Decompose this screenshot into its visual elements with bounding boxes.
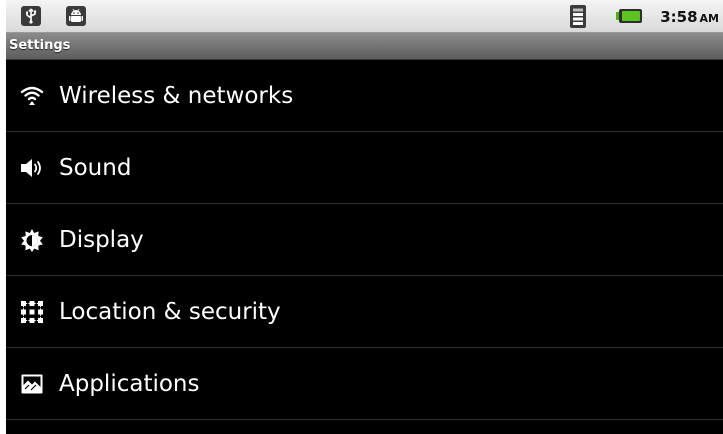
- settings-item-sound[interactable]: Sound: [6, 132, 723, 204]
- status-clock: 3:58 AM: [660, 8, 719, 26]
- usb-icon: [21, 6, 41, 26]
- location-grid-icon: [21, 301, 43, 323]
- title-bar: Settings: [6, 33, 723, 60]
- settings-screen: 3:58 AM Settings Wireless & networks Soun…: [6, 0, 723, 434]
- settings-item-label: Applications: [59, 371, 200, 397]
- settings-item-label: Display: [59, 227, 144, 253]
- clock-time: 3:58: [660, 8, 698, 26]
- speaker-icon: [21, 159, 41, 177]
- settings-item-label: Location & security: [59, 299, 281, 325]
- applications-icon: [21, 374, 43, 394]
- wifi-signal-icon: [570, 5, 586, 28]
- page-title: Settings: [9, 38, 71, 53]
- android-debug-icon: [66, 6, 86, 26]
- settings-list: Wireless & networks Sound Display Locati…: [6, 60, 723, 420]
- settings-item-display[interactable]: Display: [6, 204, 723, 276]
- settings-item-location-security[interactable]: Location & security: [6, 276, 723, 348]
- wifi-icon: [20, 86, 44, 105]
- status-bar: 3:58 AM: [6, 0, 723, 33]
- battery-icon: [616, 9, 642, 23]
- clock-ampm: AM: [699, 12, 719, 25]
- settings-item-applications[interactable]: Applications: [6, 348, 723, 420]
- settings-item-label: Sound: [59, 155, 132, 181]
- settings-item-label: Wireless & networks: [59, 83, 294, 109]
- brightness-icon: [21, 229, 43, 252]
- settings-item-wireless-networks[interactable]: Wireless & networks: [6, 60, 723, 132]
